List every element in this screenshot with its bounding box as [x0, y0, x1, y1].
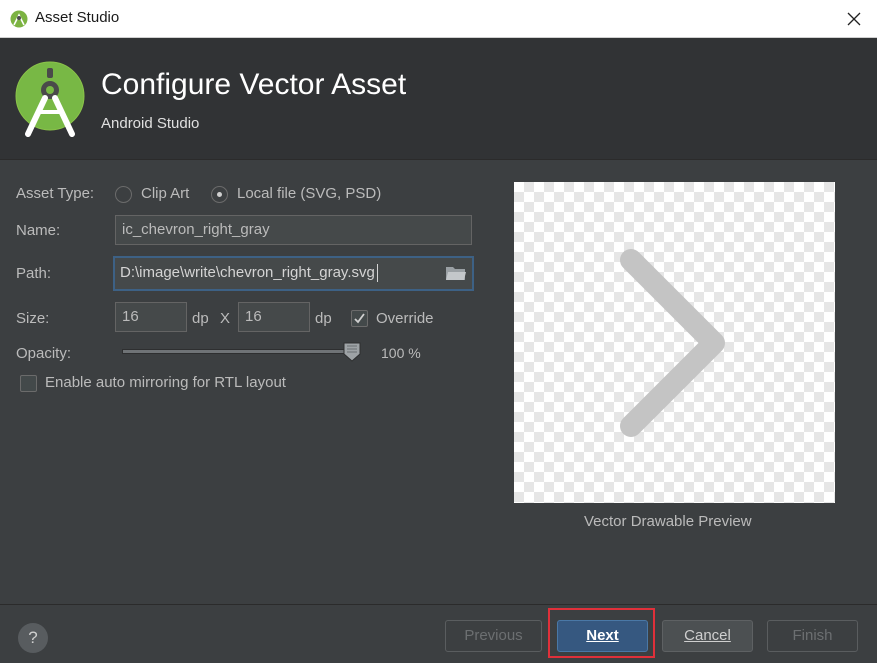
chevron-right-icon: [620, 249, 725, 437]
clip-art-radio[interactable]: [115, 186, 132, 203]
previous-button[interactable]: Previous: [445, 620, 542, 652]
close-icon[interactable]: [839, 4, 869, 34]
opacity-value: 100 %: [381, 345, 421, 361]
next-button[interactable]: Next: [557, 620, 648, 652]
asset-type-label: Asset Type:: [16, 185, 95, 202]
preview-caption: Vector Drawable Preview: [584, 513, 752, 530]
vector-preview: [514, 182, 835, 503]
auto-mirroring-checkbox[interactable]: [20, 375, 37, 392]
opacity-label: Opacity:: [16, 345, 72, 362]
wizard-footer: ? Previous Next Cancel Finish: [0, 604, 877, 663]
cancel-button[interactable]: Cancel: [662, 620, 753, 652]
name-label: Name:: [16, 222, 61, 239]
path-value: D:\image\write\chevron_right_gray.svg: [120, 264, 375, 281]
radio-selected-dot: [217, 192, 222, 197]
override-label[interactable]: Override: [376, 310, 434, 327]
android-studio-logo: [15, 61, 85, 137]
title-bar: Asset Studio: [0, 0, 877, 38]
text-cursor: [376, 264, 378, 283]
size-separator: X: [220, 310, 231, 327]
page-title: Configure Vector Asset: [101, 68, 407, 101]
checkmark-icon: [354, 313, 365, 324]
auto-mirroring-label[interactable]: Enable auto mirroring for RTL layout: [45, 374, 286, 391]
override-checkbox[interactable]: [351, 310, 368, 327]
wizard-header: Configure Vector Asset Android Studio: [0, 38, 877, 160]
size-label: Size:: [16, 310, 50, 327]
opacity-slider-track[interactable]: [122, 349, 354, 354]
width-unit: dp: [192, 310, 209, 327]
name-field[interactable]: ic_chevron_right_gray: [115, 215, 472, 245]
finish-button[interactable]: Finish: [767, 620, 858, 652]
local-file-radio[interactable]: [211, 186, 228, 203]
opacity-slider-thumb[interactable]: [343, 342, 361, 362]
local-file-label[interactable]: Local file (SVG, PSD): [237, 185, 381, 202]
path-field[interactable]: D:\image\write\chevron_right_gray.svg: [113, 256, 474, 291]
window-title: Asset Studio: [35, 9, 120, 26]
android-studio-icon: [10, 10, 28, 28]
next-button-label: Next: [586, 627, 619, 644]
path-label: Path:: [16, 265, 52, 282]
height-field[interactable]: 16: [238, 302, 310, 332]
cancel-button-label: Cancel: [684, 627, 731, 644]
clip-art-label[interactable]: Clip Art: [141, 185, 189, 202]
folder-icon[interactable]: [445, 264, 467, 282]
page-subtitle: Android Studio: [101, 115, 200, 132]
width-field[interactable]: 16: [115, 302, 187, 332]
height-unit: dp: [315, 310, 332, 327]
help-button[interactable]: ?: [18, 623, 48, 653]
